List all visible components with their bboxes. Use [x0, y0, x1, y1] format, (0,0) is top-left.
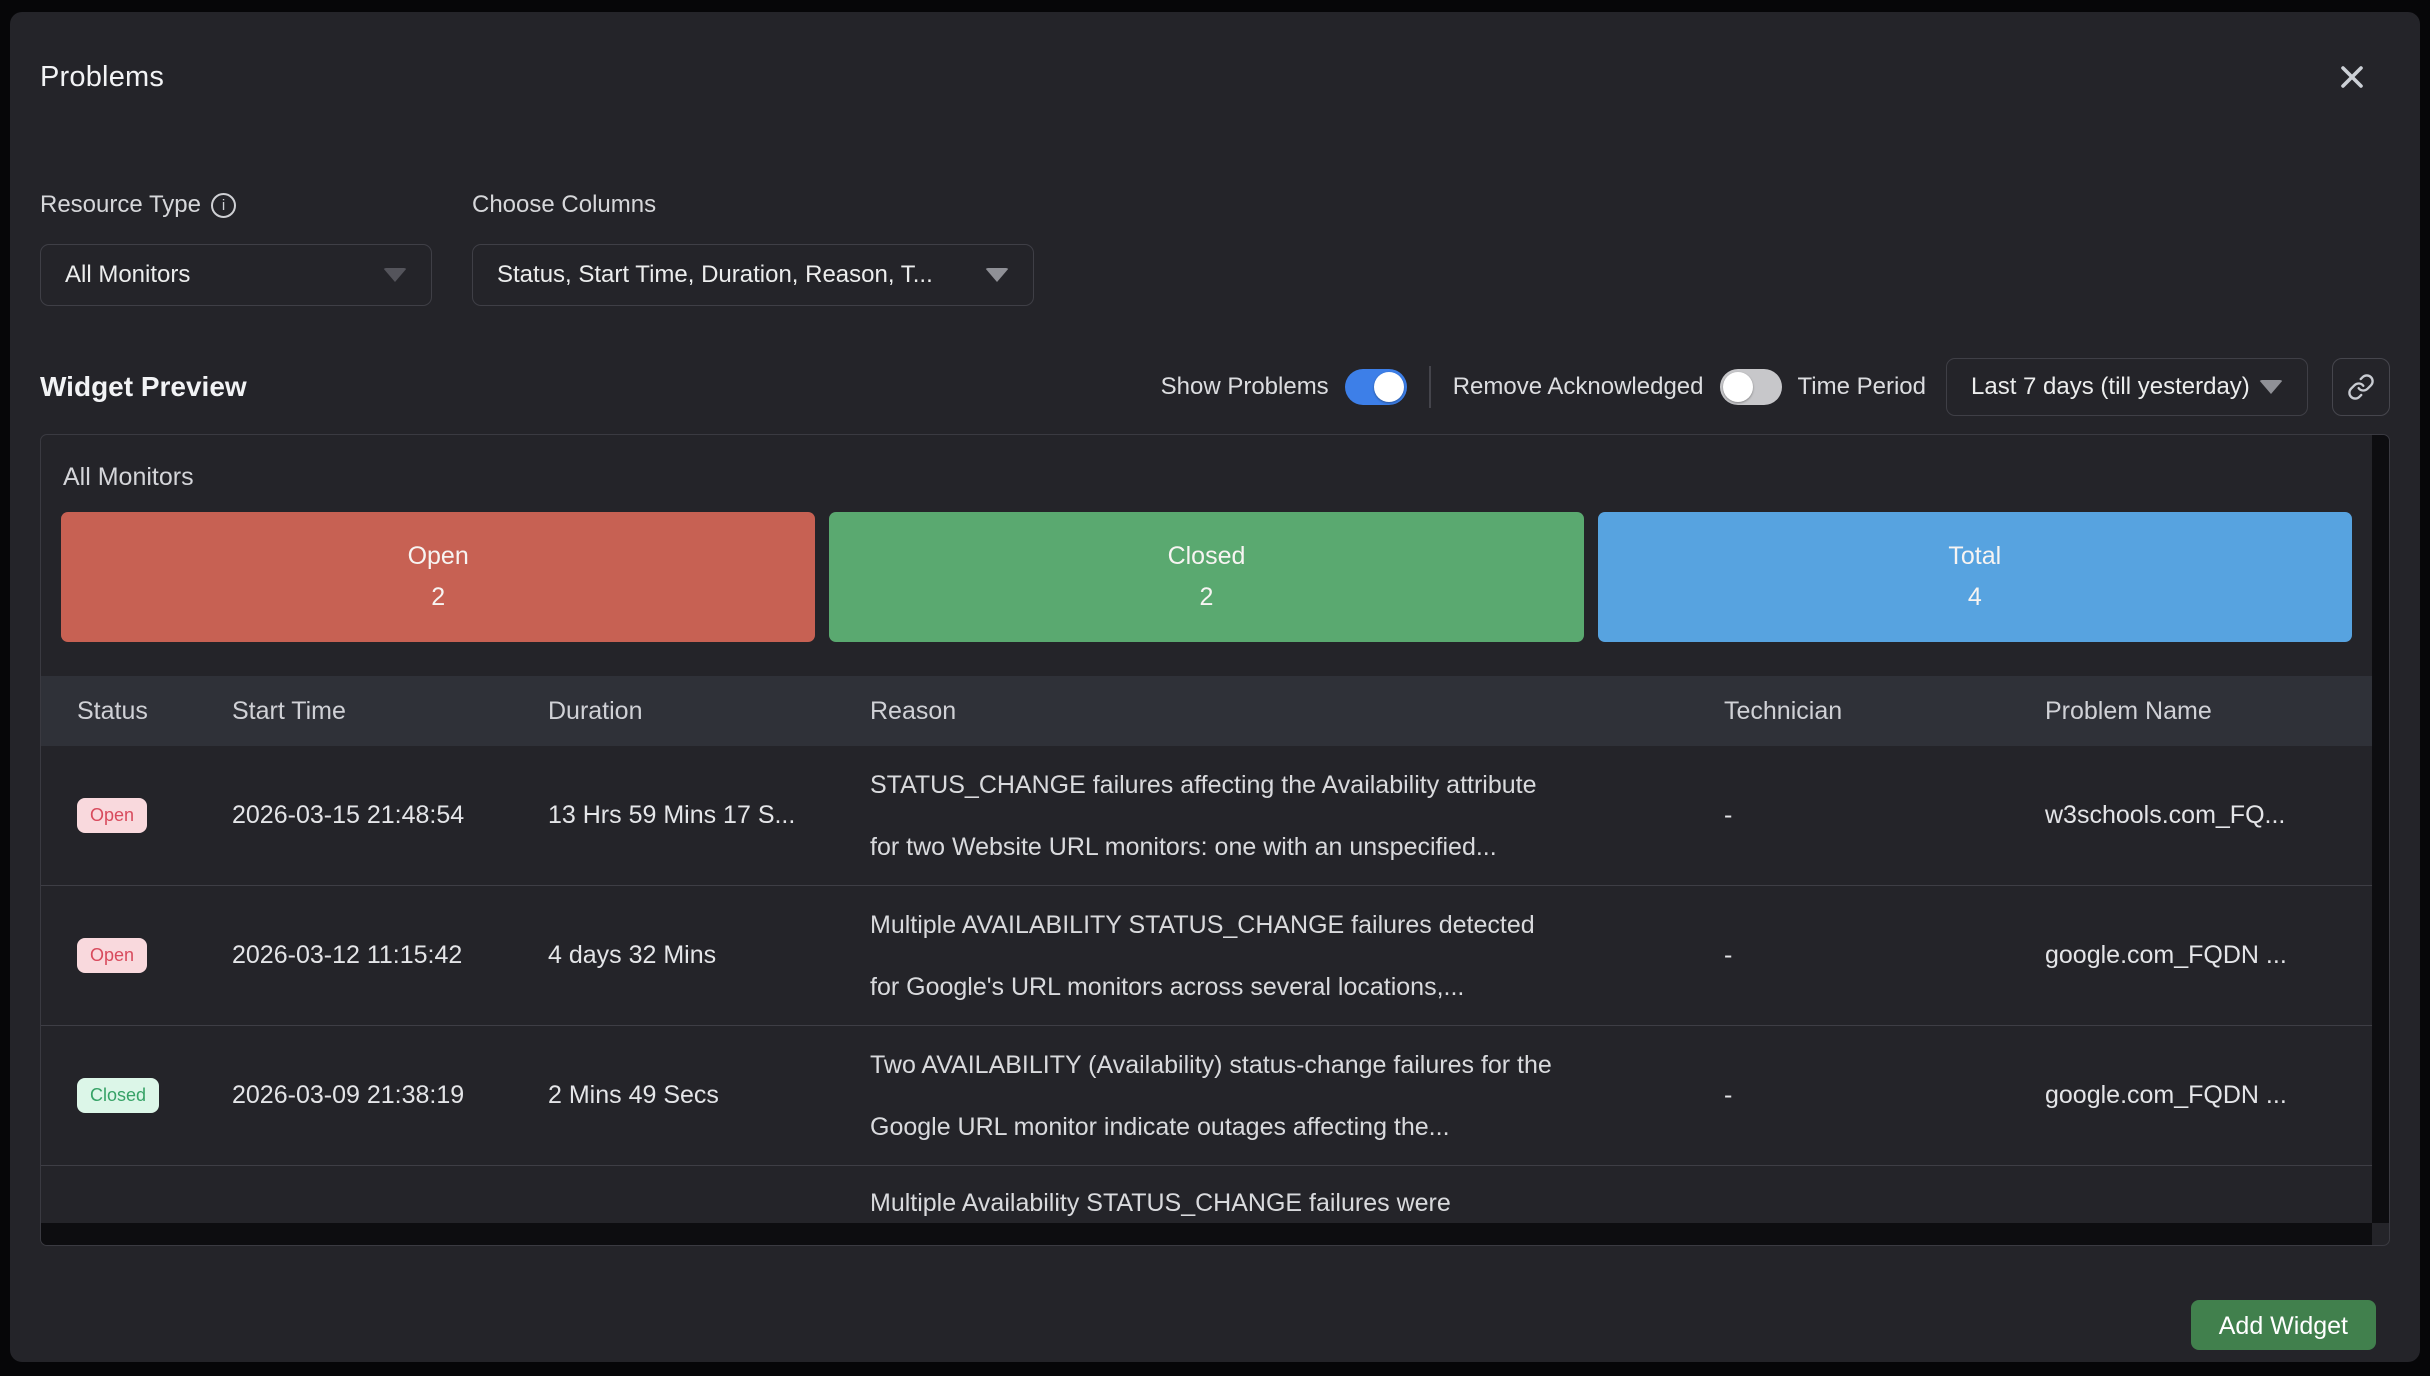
modal-header: Problems: [10, 12, 2420, 142]
reason-text: Two AVAILABILITY (Availability) status-c…: [870, 1034, 1694, 1096]
horizontal-scrollbar[interactable]: [41, 1223, 2372, 1245]
card-label: Open: [408, 542, 469, 571]
problem-name-cell: w3schools.com_FQ...: [2045, 801, 2372, 830]
close-button[interactable]: [2330, 55, 2374, 99]
problem-name-cell: google.com_FQDN ...: [2045, 1081, 2372, 1110]
card-count: 2: [1200, 583, 1214, 612]
status-badge: Closed: [77, 1078, 159, 1114]
start-time-cell: 2026-03-15 21:48:54: [232, 801, 548, 830]
summary-card-total: Total 4: [1598, 512, 2352, 642]
reason-text: for Google's URL monitors across several…: [870, 956, 1694, 1018]
show-problems-label: Show Problems: [1161, 373, 1329, 401]
chevron-down-icon: [2259, 380, 2283, 394]
status-badge: Open: [77, 938, 147, 974]
info-icon[interactable]: i: [211, 193, 236, 218]
problems-modal: Problems Resource Type i All Monitors: [10, 12, 2420, 1362]
reason-text: for two Website URL monitors: one with a…: [870, 816, 1694, 878]
status-cell: Closed: [77, 1078, 232, 1114]
technician-cell: -: [1724, 1081, 2045, 1110]
table-row: Multiple Availability STATUS_CHANGE fail…: [41, 1166, 2372, 1223]
summary-card-closed: Closed 2: [829, 512, 1583, 642]
reason-text: STATUS_CHANGE failures affecting the Ava…: [870, 754, 1694, 816]
reason-text: Multiple Availability STATUS_CHANGE fail…: [870, 1172, 1694, 1223]
table-row: Open 2026-03-12 11:15:424 days 32 MinsMul…: [41, 886, 2372, 1026]
card-label: Closed: [1168, 542, 1246, 571]
preview-controls: Show Problems Remove Acknowledged Time P…: [1161, 358, 2390, 416]
table-row: Open 2026-03-15 21:48:5413 Hrs 59 Mins 17…: [41, 746, 2372, 886]
remove-acknowledged-label: Remove Acknowledged: [1453, 373, 1704, 401]
column-header-duration: Duration: [548, 697, 870, 726]
start-time-cell: 2026-03-09 21:38:19: [232, 1081, 548, 1110]
chevron-down-icon: [985, 268, 1009, 282]
toggle-knob: [1374, 372, 1404, 402]
modal-title: Problems: [40, 61, 164, 94]
column-header-problem-name: Problem Name: [2045, 697, 2372, 726]
choose-columns-value: Status, Start Time, Duration, Reason, T.…: [497, 261, 933, 289]
card-count: 2: [431, 583, 445, 612]
remove-acknowledged-toggle[interactable]: [1720, 369, 1782, 405]
technician-cell: -: [1724, 941, 2045, 970]
table-header: StatusStart TimeDurationReasonTechnician…: [41, 676, 2372, 746]
choose-columns-group: Choose Columns Status, Start Time, Durat…: [472, 190, 1034, 306]
start-time-cell: 2026-03-12 11:15:42: [232, 941, 548, 970]
reason-cell: Multiple Availability STATUS_CHANGE fail…: [870, 1166, 1724, 1223]
column-header-start-time: Start Time: [232, 697, 548, 726]
status-cell: Open: [77, 938, 232, 974]
choose-columns-dropdown[interactable]: Status, Start Time, Duration, Reason, T.…: [472, 244, 1034, 306]
chevron-down-icon: [383, 268, 407, 282]
time-period-label: Time Period: [1798, 373, 1926, 401]
widget-title: All Monitors: [41, 435, 2372, 512]
table-body: Open 2026-03-15 21:48:5413 Hrs 59 Mins 17…: [41, 746, 2372, 1223]
vertical-divider: [1429, 366, 1431, 408]
summary-card-open: Open 2: [61, 512, 815, 642]
status-cell: Open: [77, 798, 232, 834]
add-widget-button[interactable]: Add Widget: [2191, 1300, 2376, 1350]
time-period-value: Last 7 days (till yesterday): [1971, 373, 2250, 401]
modal-footer: Add Widget: [10, 1246, 2420, 1362]
link-icon: [2347, 373, 2375, 401]
status-badge: Open: [77, 798, 147, 834]
card-count: 4: [1968, 583, 1982, 612]
widget-preview-panel: All Monitors Open 2 Closed 2 Total 4 StatusSt…: [40, 434, 2390, 1246]
problem-name-cell: google.com_FQDN ...: [2045, 941, 2372, 970]
reason-cell: Multiple AVAILABILITY STATUS_CHANGE fail…: [870, 886, 1724, 1025]
close-icon: [2335, 60, 2369, 94]
card-label: Total: [1948, 542, 2001, 571]
duration-cell: 2 Mins 49 Secs: [548, 1081, 870, 1110]
link-button[interactable]: [2332, 358, 2390, 416]
reason-cell: STATUS_CHANGE failures affecting the Ava…: [870, 746, 1724, 885]
resource-type-label: Resource Type: [40, 191, 201, 219]
duration-cell: 4 days 32 Mins: [548, 941, 870, 970]
page-background: Problems Resource Type i All Monitors: [0, 0, 2430, 1376]
resource-type-value: All Monitors: [65, 261, 190, 289]
table-row: Closed 2026-03-09 21:38:192 Mins 49 SecsT…: [41, 1026, 2372, 1166]
column-header-technician: Technician: [1724, 697, 2045, 726]
column-header-reason: Reason: [870, 697, 1724, 726]
reason-text: Multiple AVAILABILITY STATUS_CHANGE fail…: [870, 894, 1694, 956]
toggle-knob: [1723, 372, 1753, 402]
column-header-status: Status: [77, 697, 232, 726]
duration-cell: 13 Hrs 59 Mins 17 S...: [548, 801, 870, 830]
reason-cell: Two AVAILABILITY (Availability) status-c…: [870, 1026, 1724, 1165]
technician-cell: -: [1724, 801, 2045, 830]
widget-preview-content: All Monitors Open 2 Closed 2 Total 4 StatusSt…: [41, 435, 2372, 1223]
resource-type-group: Resource Type i All Monitors: [40, 190, 432, 306]
show-problems-toggle[interactable]: [1345, 369, 1407, 405]
resource-type-dropdown[interactable]: All Monitors: [40, 244, 432, 306]
time-period-dropdown[interactable]: Last 7 days (till yesterday): [1946, 358, 2308, 416]
widget-preview-title: Widget Preview: [40, 371, 1161, 403]
filters-section: Resource Type i All Monitors Choose Colu…: [10, 190, 2420, 306]
vertical-scrollbar[interactable]: [2372, 435, 2389, 1223]
summary-cards: Open 2 Closed 2 Total 4: [41, 512, 2372, 642]
reason-text: Google URL monitor indicate outages affe…: [870, 1096, 1694, 1158]
preview-toolbar: Widget Preview Show Problems Remove Ackn…: [10, 358, 2420, 416]
choose-columns-label: Choose Columns: [472, 191, 656, 219]
